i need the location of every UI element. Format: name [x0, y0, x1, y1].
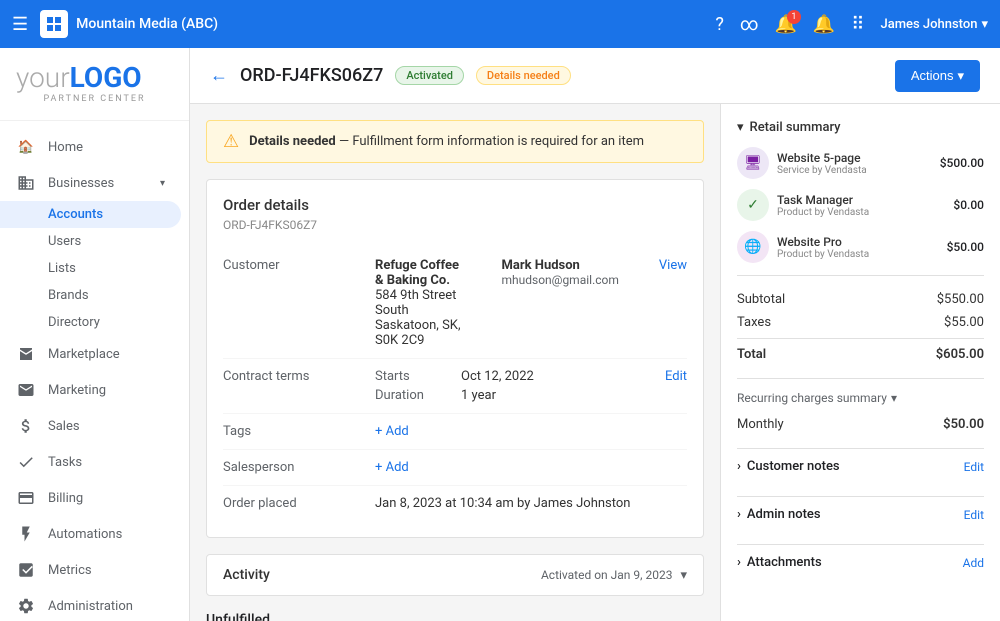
company-name: Mountain Media (ABC) — [76, 16, 715, 32]
monthly-row: Monthly $50.00 — [737, 413, 984, 436]
activity-bar[interactable]: Activity Activated on Jan 9, 2023 ▾ — [206, 554, 704, 596]
website-product-icon: 🖥 — [737, 147, 769, 179]
sidebar-item-marketplace[interactable]: Marketplace — [0, 336, 181, 372]
order-placed-row: Order placed Jan 8, 2023 at 10:34 am by … — [223, 486, 687, 521]
home-icon: 🏠 — [16, 137, 36, 157]
websitepro-product-icon: 🌐 — [737, 231, 769, 263]
attachments-section: › Attachments Add — [737, 544, 984, 580]
main-content: ← ORD-FJ4FKS06Z7 Activated Details neede… — [190, 48, 1000, 621]
unfulfilled-section: Unfulfilled Website: Up to 5 pages Servi… — [206, 612, 704, 621]
sidebar-item-home[interactable]: 🏠 Home — [0, 129, 181, 165]
chevron-right-icon: › — [737, 555, 741, 570]
sidebar-logo: yourLOGO PARTNER CENTER — [0, 48, 189, 121]
chevron-right-icon: › — [737, 459, 741, 474]
order-details-card: Order details ORD-FJ4FKS06Z7 Customer Re… — [206, 179, 704, 538]
metrics-icon — [16, 560, 36, 580]
retail-item-websitepro: 🌐 Website Pro Product by Vendasta $50.00 — [737, 231, 984, 263]
details-needed-badge: Details needed — [476, 66, 571, 85]
recurring-header: Recurring charges summary ▾ — [737, 391, 984, 405]
warning-icon: ⚠ — [223, 131, 239, 152]
sidebar-item-marketing[interactable]: Marketing — [0, 372, 181, 408]
sidebar: yourLOGO PARTNER CENTER 🏠 Home Businesse… — [0, 48, 190, 621]
marketplace-icon — [16, 344, 36, 364]
sidebar-item-accounts[interactable]: Accounts — [0, 201, 181, 228]
sidebar-item-sales[interactable]: Sales — [0, 408, 181, 444]
businesses-icon — [16, 173, 36, 193]
taxes-row: Taxes $55.00 — [737, 311, 984, 334]
attachments-add-link[interactable]: Add — [963, 556, 984, 570]
customer-notes-section: › Customer notes Edit — [737, 448, 984, 484]
sidebar-item-administration[interactable]: Administration — [0, 588, 181, 621]
sidebar-item-billing[interactable]: Billing — [0, 480, 181, 516]
topbar-actions: ? ∞ 🔔 1 🔔 ⠿ James Johnston ▾ — [715, 14, 988, 35]
sales-icon — [16, 416, 36, 436]
apps-icon[interactable]: ⠿ — [851, 14, 864, 35]
header-left: ← ORD-FJ4FKS06Z7 Activated Details neede… — [210, 65, 571, 86]
customer-notes-header[interactable]: › Customer notes Edit — [737, 449, 984, 484]
salesperson-row: Salesperson + Add — [223, 450, 687, 486]
content-area: ⚠ Details needed — Fulfillment form info… — [190, 104, 1000, 621]
marketing-icon — [16, 380, 36, 400]
right-panel: ▾ Retail summary 🖥 Website 5-page Servic… — [720, 104, 1000, 621]
card-title: Order details — [223, 196, 687, 214]
main-header: ← ORD-FJ4FKS06Z7 Activated Details neede… — [190, 48, 1000, 104]
sidebar-nav: 🏠 Home Businesses ▾ Accounts Users Lists… — [0, 121, 189, 621]
sidebar-item-brands[interactable]: Brands — [0, 282, 189, 309]
help-icon[interactable]: ? — [715, 14, 724, 35]
admin-notes-header[interactable]: › Admin notes Edit — [737, 497, 984, 532]
administration-icon — [16, 596, 36, 616]
hamburger-menu-icon[interactable]: ☰ — [12, 14, 28, 35]
admin-notes-section: › Admin notes Edit — [737, 496, 984, 532]
add-tags-link[interactable]: + Add — [375, 424, 687, 439]
bell-icon[interactable]: 🔔 — [813, 14, 835, 35]
billing-icon — [16, 488, 36, 508]
taskmanager-product-icon: ✓ — [737, 189, 769, 221]
edit-contract-link[interactable]: Edit — [665, 369, 687, 384]
customer-row: Customer Refuge Coffee & Baking Co. 584 … — [223, 248, 687, 359]
company-logo-icon — [40, 10, 68, 38]
chevron-right-icon: › — [737, 507, 741, 522]
center-panel: ⚠ Details needed — Fulfillment form info… — [190, 104, 720, 621]
notifications-icon[interactable]: 🔔 1 — [774, 14, 796, 35]
attachments-header[interactable]: › Attachments Add — [737, 545, 984, 580]
notification-badge: 1 — [787, 10, 801, 24]
link-icon[interactable]: ∞ — [740, 14, 759, 35]
sidebar-item-businesses[interactable]: Businesses ▾ — [0, 165, 181, 201]
retail-summary-header: ▾ Retail summary — [737, 120, 984, 135]
automations-icon — [16, 524, 36, 544]
sidebar-item-label: Home — [48, 140, 83, 155]
total-row: Total $605.00 — [737, 338, 984, 366]
contract-terms-row: Contract terms Starts Oct 12, 2022 Durat… — [223, 359, 687, 414]
activated-badge: Activated — [395, 66, 464, 85]
back-button[interactable]: ← — [210, 65, 228, 86]
recurring-chevron[interactable]: ▾ — [891, 391, 897, 405]
tasks-icon — [16, 452, 36, 472]
tags-row: Tags + Add — [223, 414, 687, 450]
sidebar-item-metrics[interactable]: Metrics — [0, 552, 181, 588]
retail-item-taskmanager: ✓ Task Manager Product by Vendasta $0.00 — [737, 189, 984, 221]
view-customer-link[interactable]: View — [659, 258, 687, 273]
details-needed-alert: ⚠ Details needed — Fulfillment form info… — [206, 120, 704, 163]
sidebar-item-automations[interactable]: Automations — [0, 516, 181, 552]
sidebar-item-users[interactable]: Users — [0, 228, 189, 255]
order-id-title: ORD-FJ4FKS06Z7 — [240, 65, 383, 86]
subtotal-row: Subtotal $550.00 — [737, 288, 984, 311]
chevron-down-icon[interactable]: ▾ — [737, 120, 744, 135]
topbar: ☰ Mountain Media (ABC) ? ∞ 🔔 1 🔔 ⠿ James… — [0, 0, 1000, 48]
card-subtitle: ORD-FJ4FKS06Z7 — [223, 218, 687, 232]
retail-item-website: 🖥 Website 5-page Service by Vendasta $50… — [737, 147, 984, 179]
add-salesperson-link[interactable]: + Add — [375, 460, 687, 475]
user-menu[interactable]: James Johnston ▾ — [880, 17, 988, 32]
admin-notes-edit-link[interactable]: Edit — [964, 508, 984, 522]
divider-1 — [737, 275, 984, 276]
sidebar-item-directory[interactable]: Directory — [0, 309, 189, 336]
sidebar-item-tasks[interactable]: Tasks — [0, 444, 181, 480]
sidebar-businesses-label: Businesses — [48, 176, 114, 191]
divider-2 — [737, 378, 984, 379]
sidebar-item-lists[interactable]: Lists — [0, 255, 189, 282]
actions-button[interactable]: Actions ▾ — [895, 60, 980, 92]
customer-notes-edit-link[interactable]: Edit — [964, 460, 984, 474]
